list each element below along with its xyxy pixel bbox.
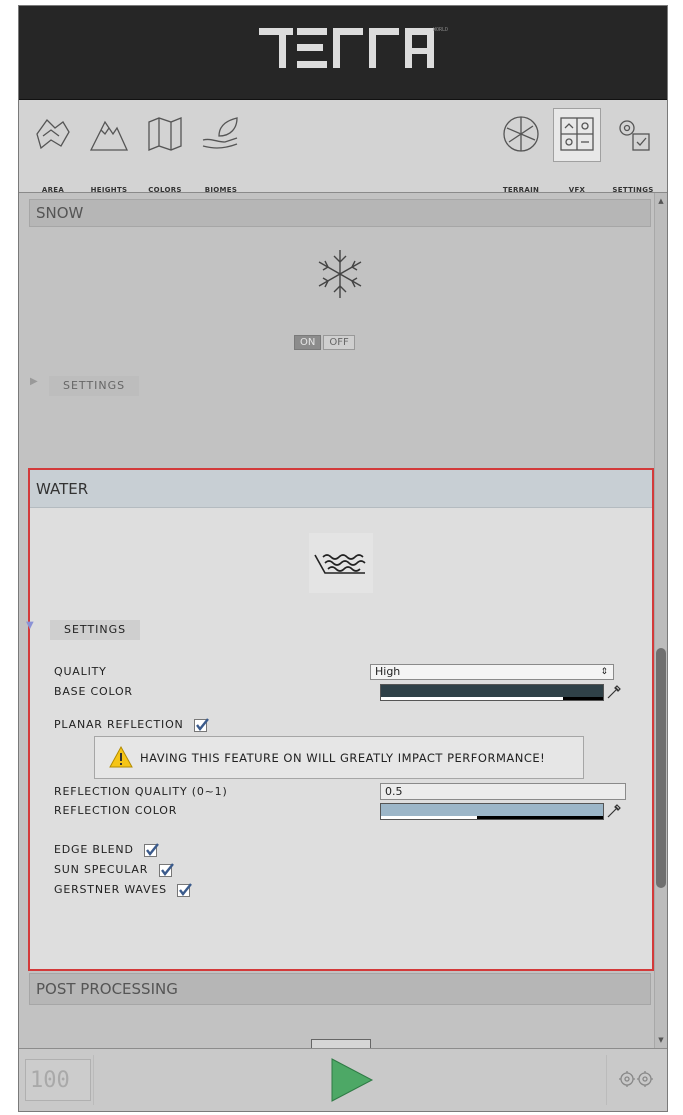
gerstner-waves-checkbox[interactable] xyxy=(177,882,193,897)
reflection-quality-input[interactable]: 0.5 xyxy=(380,783,626,800)
dropdown-arrow-icon: ⇕ xyxy=(600,667,608,677)
scroll-up-icon[interactable]: ▲ xyxy=(655,194,667,208)
checkmark-icon xyxy=(195,717,209,731)
scrollbar-thumb[interactable] xyxy=(656,648,666,888)
sun-specular-checkbox[interactable] xyxy=(158,862,174,877)
vertical-scrollbar[interactable]: ▲ ▼ xyxy=(654,193,667,1048)
snow-on-button[interactable]: ON xyxy=(294,335,322,350)
tab-colors[interactable]: COLORS xyxy=(141,108,189,194)
tab-area[interactable]: AREA xyxy=(29,108,77,194)
sun-specular-label: SUN SPECULAR xyxy=(54,863,149,876)
snowflake-icon xyxy=(318,250,362,298)
reflection-color-label: REFLECTION COLOR xyxy=(54,804,178,817)
base-color-alpha-dark xyxy=(563,697,603,700)
leaf-hand-icon xyxy=(202,117,238,149)
base-color-alpha-bar xyxy=(381,697,563,700)
mountain-icon xyxy=(89,120,129,151)
warning-icon xyxy=(109,746,133,768)
tab-terrain[interactable]: TERRAIN xyxy=(497,108,545,194)
performance-warning-box: HAVING THIS FEATURE ON WILL GREATLY IMPA… xyxy=(94,736,584,779)
snow-toggle: ON OFF xyxy=(294,330,357,350)
terrain-disc-icon xyxy=(503,116,539,152)
settings-gears-icon[interactable] xyxy=(617,1069,657,1089)
map-icon xyxy=(148,117,182,151)
base-color-field[interactable] xyxy=(380,684,604,701)
tab-biomes[interactable]: BIOMES xyxy=(197,108,245,194)
terra-logo xyxy=(259,28,434,68)
water-section: WATER ▼ SETTINGS QUALITY High ⇕ BASE COL… xyxy=(26,468,654,971)
tab-heights[interactable]: HEIGHTS xyxy=(85,108,133,194)
planar-reflection-label: PLANAR REFLECTION xyxy=(54,718,184,731)
terra-window: WORLD AREA HEIGHTS COLORS BIOMES TERRAIN… xyxy=(18,5,668,1112)
water-settings-button[interactable]: SETTINGS xyxy=(50,620,141,640)
quality-value: High xyxy=(375,665,401,678)
warning-text: HAVING THIS FEATURE ON WILL GREATLY IMPA… xyxy=(140,751,546,765)
gerstner-waves-row: GERSTNER WAVES xyxy=(54,882,193,897)
post-processing-toggle-partial[interactable] xyxy=(311,1039,371,1048)
progress-counter: 100 xyxy=(25,1059,91,1101)
water-settings-foldout-arrow[interactable]: ▼ xyxy=(26,620,34,631)
base-color-eyedropper-icon[interactable] xyxy=(606,684,622,700)
planar-reflection-row: PLANAR REFLECTION xyxy=(54,717,209,732)
scroll-down-icon[interactable]: ▼ xyxy=(655,1033,667,1047)
checkmark-icon xyxy=(146,842,159,856)
post-processing-section-header[interactable]: POST PROCESSING xyxy=(29,973,651,1005)
module-toolbar: AREA HEIGHTS COLORS BIOMES TERRAIN VFX S… xyxy=(19,100,667,194)
content-scroll-area: SNOW ONOFF ▶ SETTINGS WATER ▼ SETTINGS xyxy=(19,193,654,1048)
snow-off-button[interactable]: OFF xyxy=(323,335,355,350)
reflection-color-alpha-bar xyxy=(381,816,477,819)
snow-section-header[interactable]: SNOW xyxy=(29,199,651,227)
reflection-quality-label: REFLECTION QUALITY (0~1) xyxy=(54,785,228,798)
water-section-header[interactable]: WATER xyxy=(30,470,652,508)
edge-blend-label: EDGE BLEND xyxy=(54,843,134,856)
planar-reflection-checkbox[interactable] xyxy=(193,717,209,732)
gears-icon xyxy=(619,120,650,151)
tab-settings[interactable]: SETTINGS xyxy=(609,108,657,194)
area-icon xyxy=(36,118,70,150)
footer-bar: 100 xyxy=(19,1048,667,1111)
logo-subtext: WORLD xyxy=(433,27,449,33)
snow-settings-foldout-arrow[interactable]: ▶ xyxy=(30,376,38,387)
edge-blend-row: EDGE BLEND xyxy=(54,842,159,857)
snow-settings-button[interactable]: SETTINGS xyxy=(49,376,140,396)
reflection-color-field[interactable] xyxy=(380,803,604,820)
base-color-label: BASE COLOR xyxy=(54,685,133,698)
quality-label: QUALITY xyxy=(54,665,107,678)
play-icon[interactable] xyxy=(320,1055,380,1105)
gerstner-waves-label: GERSTNER WAVES xyxy=(54,883,167,896)
reflection-color-alpha-dark xyxy=(477,816,603,819)
water-icon xyxy=(309,533,373,593)
vfx-icon xyxy=(560,117,594,151)
checkmark-icon xyxy=(160,862,174,876)
tab-vfx[interactable]: VFX xyxy=(553,108,601,194)
sun-specular-row: SUN SPECULAR xyxy=(54,862,174,877)
reflection-color-eyedropper-icon[interactable] xyxy=(606,803,622,819)
checkmark-icon xyxy=(179,882,193,896)
edge-blend-checkbox[interactable] xyxy=(144,842,159,857)
play-area xyxy=(93,1055,607,1105)
quality-dropdown[interactable]: High ⇕ xyxy=(370,664,614,680)
header-bar: WORLD xyxy=(19,6,667,100)
